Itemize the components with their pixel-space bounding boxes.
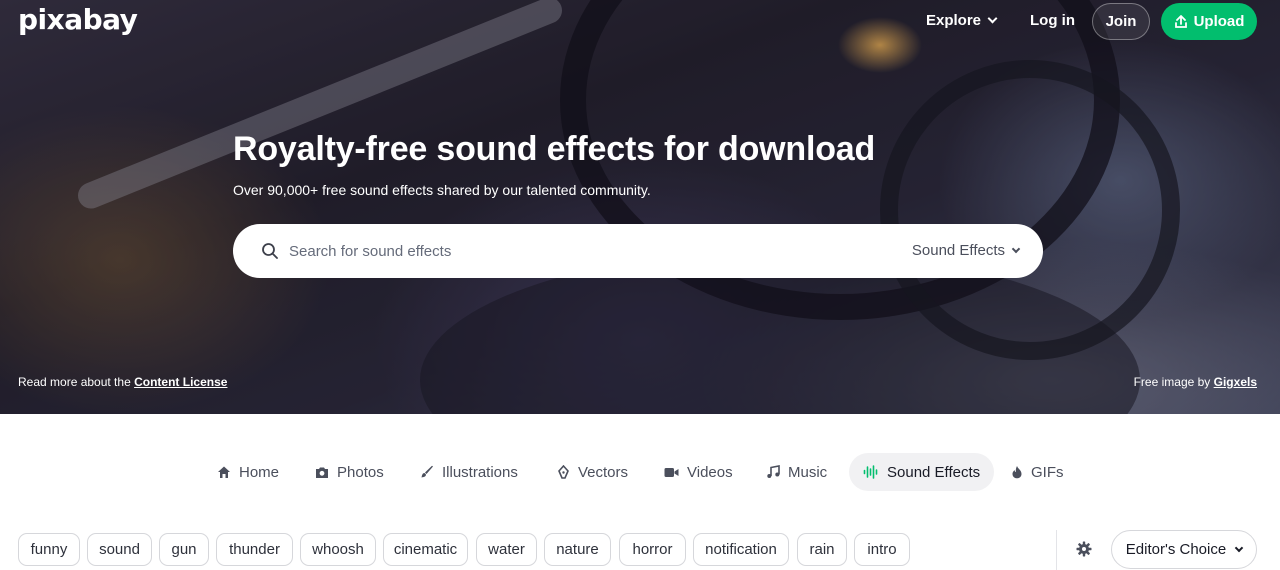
media-type-dropdown[interactable]: Sound Effects (911, 242, 1021, 259)
category-navigation: Home Photos Illustrations Vectors Videos… (0, 453, 1280, 491)
credit-author-link[interactable]: Gigxels (1214, 375, 1257, 389)
tab-sound-effects[interactable]: Sound Effects (849, 453, 995, 491)
tag-chip[interactable]: intro (854, 533, 910, 566)
tag-chip[interactable]: notification (693, 533, 789, 566)
tab-label: Sound Effects (887, 463, 981, 481)
tag-chip[interactable]: funny (18, 533, 80, 566)
pixabay-logo[interactable]: pixabay (18, 3, 138, 36)
tab-label: Videos (687, 463, 733, 481)
tab-photos[interactable]: Photos (301, 453, 398, 491)
sound-wave-icon (863, 465, 878, 479)
tab-gifs[interactable]: GIFs (997, 453, 1078, 491)
tag-chip[interactable]: sound (87, 533, 152, 566)
tag-chip[interactable]: nature (544, 533, 611, 566)
sort-dropdown[interactable]: Editor's Choice (1111, 530, 1257, 569)
tag-chip[interactable]: whoosh (300, 533, 376, 566)
login-link[interactable]: Log in (1030, 12, 1075, 29)
search-input[interactable] (289, 234, 889, 268)
tag-chip[interactable]: gun (159, 533, 209, 566)
license-prefix: Read more about the (18, 375, 135, 389)
tab-label: Vectors (578, 463, 629, 481)
tab-illustrations[interactable]: Illustrations (406, 453, 532, 491)
home-icon (218, 466, 230, 478)
tag-chip[interactable]: cinematic (383, 533, 468, 566)
explore-menu[interactable]: Explore (926, 12, 998, 29)
image-credit: Free image by Gigxels (1134, 375, 1257, 389)
tag-chip[interactable]: water (476, 533, 537, 566)
gear-icon[interactable] (1075, 540, 1093, 558)
upload-label: Upload (1193, 13, 1245, 30)
toolbar-divider (1056, 530, 1057, 570)
tag-chip[interactable]: rain (797, 533, 847, 566)
video-camera-icon (664, 467, 679, 477)
tab-label: GIFs (1031, 463, 1064, 481)
brush-icon (421, 465, 433, 478)
hero-banner: pixabay Explore Log in Join Upload Royal… (0, 0, 1280, 414)
top-navigation: pixabay Explore Log in Join Upload (0, 0, 1280, 42)
tab-label: Photos (337, 463, 384, 481)
flame-icon (1012, 466, 1022, 479)
search-bar: Sound Effects (233, 224, 1043, 278)
license-note: Read more about the Content License (18, 375, 227, 389)
tab-label: Music (788, 463, 828, 481)
tag-chip[interactable]: horror (619, 533, 686, 566)
camera-icon (316, 467, 328, 478)
upload-button[interactable]: Upload (1161, 3, 1257, 40)
media-type-label: Sound Effects (911, 242, 1005, 259)
explore-label: Explore (926, 12, 982, 29)
chevron-down-icon (987, 13, 998, 24)
tab-label: Home (239, 463, 280, 481)
tag-chip[interactable]: thunder (216, 533, 293, 566)
sort-label: Editor's Choice (1125, 541, 1227, 558)
tab-vectors[interactable]: Vectors (543, 453, 642, 491)
page-title: Royalty-free sound effects for download (233, 130, 876, 168)
tab-videos[interactable]: Videos (650, 453, 747, 491)
join-button[interactable]: Join (1092, 3, 1150, 40)
tab-music[interactable]: Music (752, 453, 841, 491)
tab-home[interactable]: Home (203, 453, 293, 491)
pen-nib-icon (558, 465, 569, 479)
content-license-link[interactable]: Content License (134, 375, 227, 389)
upload-icon (1174, 14, 1187, 28)
credit-prefix: Free image by (1133, 375, 1214, 389)
chevron-down-icon (1011, 244, 1021, 254)
music-note-icon (767, 465, 780, 478)
chevron-down-icon (1234, 543, 1244, 552)
page-subtitle: Over 90,000+ free sound effects shared b… (233, 182, 651, 198)
search-icon (261, 242, 279, 260)
tab-label: Illustrations (442, 463, 518, 481)
